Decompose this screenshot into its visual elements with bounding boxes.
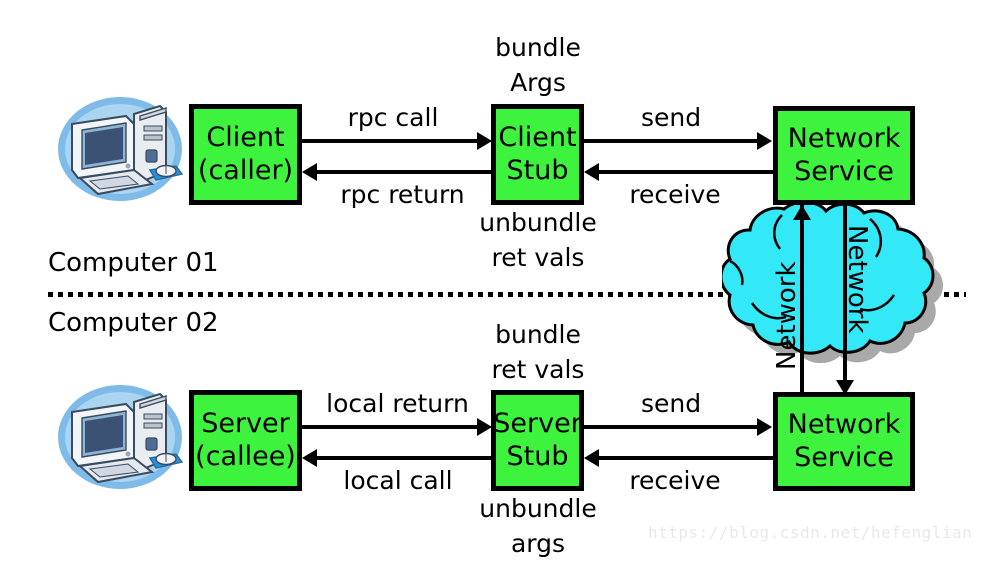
server-box-line1: Server (201, 408, 290, 440)
cloud-label-uplink: Network (772, 261, 802, 370)
network-service-top-line2: Service (794, 155, 894, 187)
local-return-line (302, 425, 479, 429)
client-stub-box[interactable]: Client Stub (491, 104, 584, 205)
network-cloud (719, 200, 958, 383)
rpc-return-arrowhead (302, 163, 317, 181)
receive-top-label: receive (629, 180, 721, 209)
send-top-label: send (640, 103, 702, 132)
zone-label-computer-02: Computer 02 (48, 308, 219, 338)
bundle-args-caption-line1: bundle (495, 33, 581, 62)
rpc-call-line (302, 139, 479, 143)
unbundle-retvals-caption-line1: unbundle (479, 208, 597, 237)
server-box-line2: (callee) (195, 440, 296, 472)
unbundle-retvals-caption-line2: ret vals (491, 243, 585, 272)
client-stub-box-line2: Stub (506, 154, 569, 186)
send-top-line (584, 139, 758, 143)
network-service-top-line1: Network (787, 123, 901, 155)
server-box[interactable]: Server (callee) (189, 390, 302, 491)
receive-top-arrowhead (584, 163, 599, 181)
client-stub-box-line1: Client (498, 122, 577, 154)
cloud-uplink-arrowhead (793, 205, 811, 220)
network-service-bottom-line1: Network (787, 409, 901, 441)
zone-label-computer-01: Computer 01 (48, 248, 219, 278)
client-computer-icon (56, 92, 184, 207)
local-call-arrowhead (302, 449, 317, 467)
unbundle-args-caption-line2: args (510, 529, 566, 558)
computer-divider-line-tail (944, 292, 966, 297)
cloud-label-downlink: Network (842, 225, 872, 334)
send-top-arrowhead (757, 132, 772, 150)
local-call-label: local call (343, 466, 453, 495)
client-box[interactable]: Client (caller) (189, 104, 302, 205)
rpc-return-line (317, 170, 491, 174)
bundle-args-caption-line2: Args (510, 68, 566, 97)
rpc-call-label: rpc call (347, 103, 439, 132)
rpc-return-label: rpc return (340, 180, 465, 209)
server-stub-box-line1: Server (493, 408, 582, 440)
server-computer-icon (56, 380, 184, 495)
network-service-bottom-line2: Service (794, 441, 894, 473)
rpc-call-arrowhead (477, 132, 492, 150)
local-return-arrowhead (477, 418, 492, 436)
receive-bottom-label: receive (629, 466, 721, 495)
rpc-diagram-canvas: Network Network Computer 01 Computer 02 (0, 0, 981, 573)
receive-bottom-line (599, 456, 773, 460)
bundle-retvals-caption-line1: bundle (495, 320, 581, 349)
send-bottom-label: send (640, 389, 702, 418)
local-return-label: local return (326, 389, 469, 418)
receive-bottom-arrowhead (584, 449, 599, 467)
client-box-line2: (caller) (197, 154, 294, 186)
unbundle-args-caption-line1: unbundle (479, 494, 597, 523)
server-stub-box[interactable]: Server Stub (491, 390, 584, 491)
receive-top-line (599, 170, 773, 174)
client-box-line1: Client (206, 122, 285, 154)
source-watermark: https://blog.csdn.net/hefenglian (648, 523, 973, 542)
send-bottom-arrowhead (757, 418, 772, 436)
send-bottom-line (584, 425, 758, 429)
cloud-downlink-arrowhead (836, 380, 854, 395)
bundle-retvals-caption-line2: ret vals (491, 355, 585, 384)
network-service-top-box[interactable]: Network Service (773, 106, 915, 205)
network-service-bottom-box[interactable]: Network Service (773, 392, 915, 491)
local-call-line (317, 456, 491, 460)
server-stub-box-line2: Stub (506, 440, 569, 472)
